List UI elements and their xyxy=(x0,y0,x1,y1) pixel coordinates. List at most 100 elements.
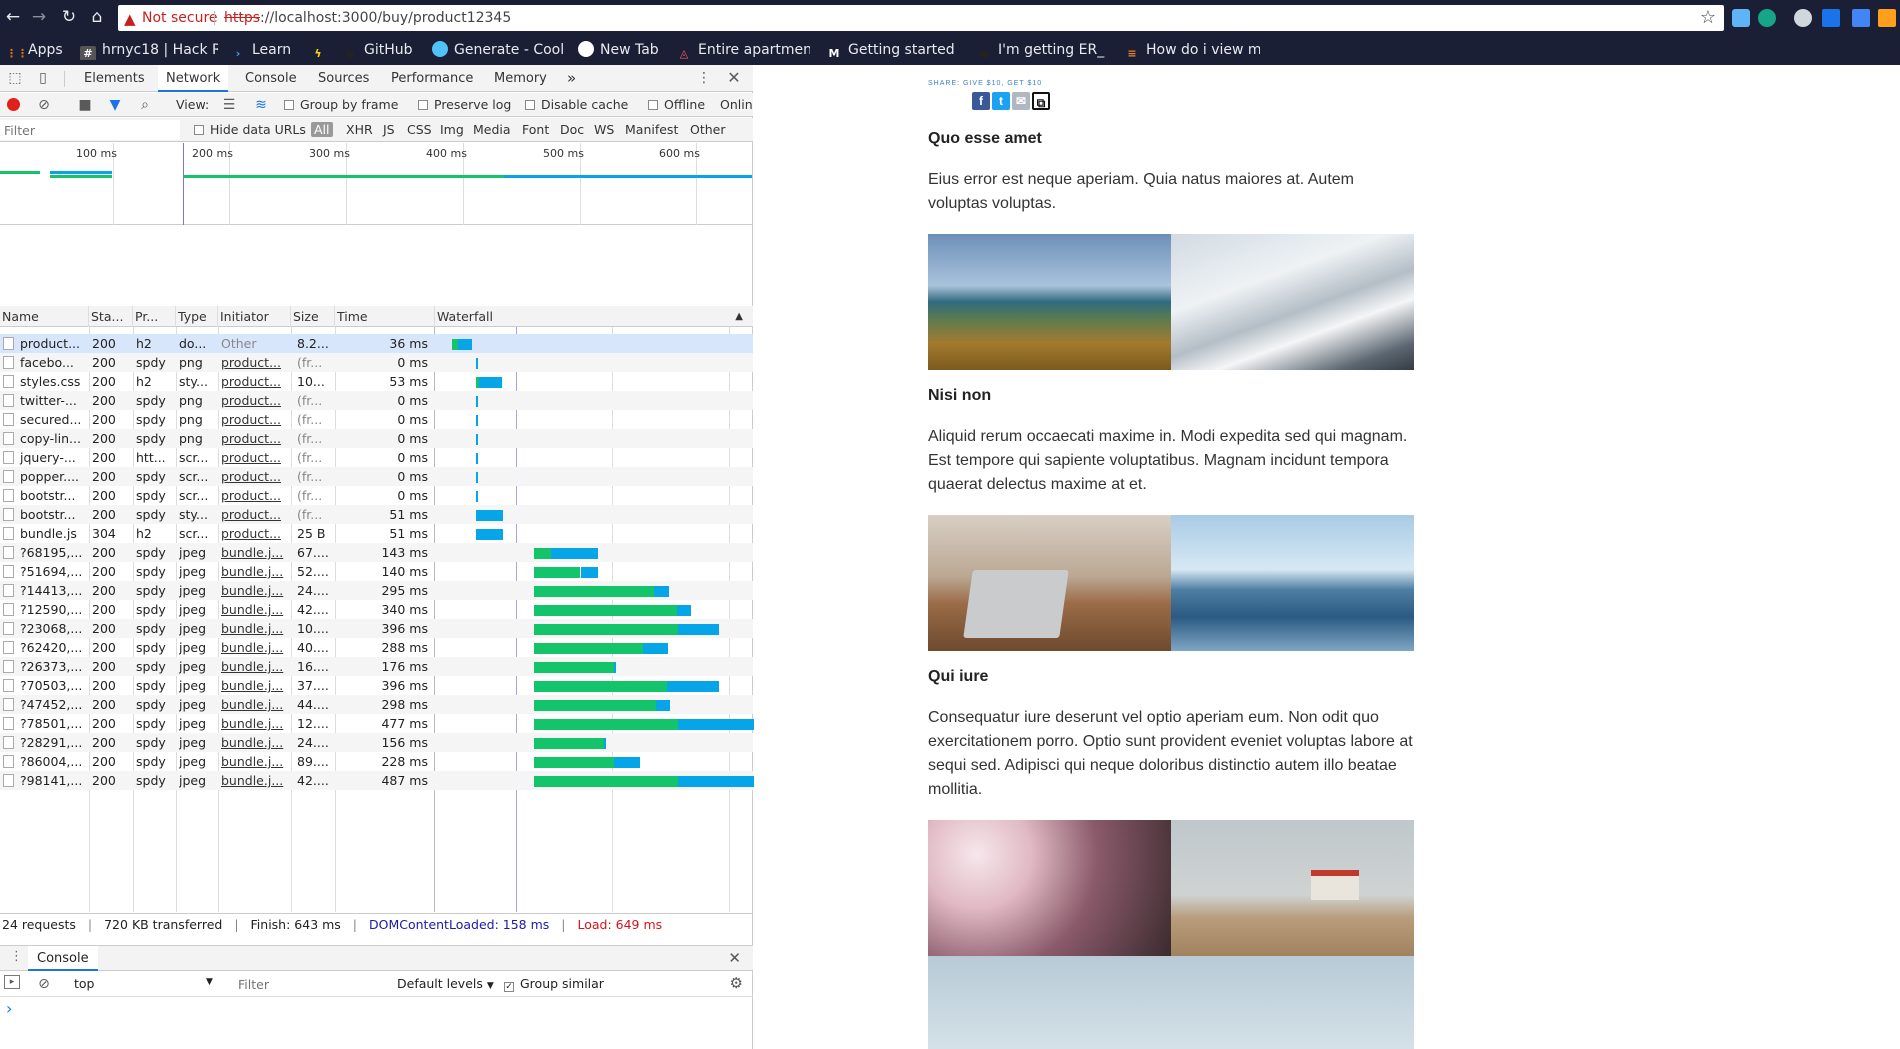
bookmark-hrnyc18[interactable]: # hrnyc18 | Hack R xyxy=(80,40,218,60)
waterfall-receiving-bar[interactable] xyxy=(475,453,479,464)
request-initiator[interactable]: bundle.j... xyxy=(221,676,287,695)
filter-icon[interactable]: ▼ xyxy=(106,96,124,114)
request-initiator[interactable]: bundle.j... xyxy=(221,619,287,638)
filter-type-xhr[interactable]: XHR xyxy=(346,122,373,137)
request-row[interactable]: popper.... 200 spdy scr... product... (fr... 0… xyxy=(0,467,753,486)
tab-network[interactable]: Network xyxy=(158,65,229,92)
request-initiator[interactable]: product... xyxy=(221,505,287,524)
filter-type-other[interactable]: Other xyxy=(690,122,726,137)
extension-screen-icon[interactable] xyxy=(1822,9,1840,27)
waterfall-waiting-bar[interactable] xyxy=(533,776,679,787)
back-icon[interactable]: ← xyxy=(2,6,24,28)
device-toolbar-icon[interactable]: ▯ xyxy=(34,69,52,87)
waterfall-receiving-bar[interactable] xyxy=(603,738,606,749)
group-similar-checkbox[interactable]: ✓ Group similar xyxy=(504,976,604,992)
request-row[interactable]: secured... 200 spdy png product... (fr... 0 ms xyxy=(0,410,753,429)
filter-type-media[interactable]: Media xyxy=(473,122,511,137)
request-initiator[interactable]: bundle.j... xyxy=(221,714,287,733)
extension-m-icon[interactable] xyxy=(1758,9,1776,27)
waterfall-waiting-bar[interactable] xyxy=(533,548,552,559)
request-row[interactable]: ?47452,... 200 spdy jpeg bundle.j... 44.... 29… xyxy=(0,695,753,714)
search-icon[interactable]: ⌕ xyxy=(136,96,154,114)
extension-orange-icon[interactable] xyxy=(1878,9,1896,27)
request-initiator[interactable]: bundle.j... xyxy=(221,543,287,562)
sort-ascending-icon[interactable]: ▲ xyxy=(735,306,743,327)
waterfall-receiving-bar[interactable] xyxy=(678,624,719,635)
waterfall-receiving-bar[interactable] xyxy=(475,415,479,426)
tab-console[interactable]: Console xyxy=(245,65,297,92)
bookmark-star-icon[interactable]: ☆ xyxy=(1700,5,1716,31)
request-initiator[interactable]: product... xyxy=(221,448,287,467)
waterfall-receiving-bar[interactable] xyxy=(656,700,671,711)
extension-diamond-icon[interactable] xyxy=(1732,9,1750,27)
network-overview[interactable]: 100 ms 200 ms 300 ms 400 ms 500 ms 600 m… xyxy=(0,143,753,225)
context-select[interactable]: top ▼ xyxy=(74,976,213,991)
extension-calendar-icon[interactable] xyxy=(1852,9,1870,27)
request-row[interactable]: ?86004,... 200 spdy jpeg bundle.j... 89.... 22… xyxy=(0,752,753,771)
home-icon[interactable]: ⌂ xyxy=(86,6,108,28)
request-initiator[interactable]: product... xyxy=(221,372,287,391)
hide-data-urls-checkbox[interactable]: Hide data URLs xyxy=(194,122,306,138)
extension-circle-icon[interactable] xyxy=(1794,9,1812,27)
column-size[interactable]: Size xyxy=(291,306,335,327)
large-rows-icon[interactable]: ☰ xyxy=(220,96,238,114)
waterfall-receiving-bar[interactable] xyxy=(475,396,479,407)
waterfall-receiving-bar[interactable] xyxy=(614,757,640,768)
filter-type-ws[interactable]: WS xyxy=(594,122,614,137)
request-row[interactable]: ?78501,... 200 spdy jpeg bundle.j... 12.... 47… xyxy=(0,714,758,733)
request-initiator[interactable]: bundle.j... xyxy=(221,600,287,619)
waterfall-waiting-bar[interactable] xyxy=(533,757,615,768)
request-row[interactable]: product... 200 h2 do... Other 8.2... 36 ms xyxy=(0,334,753,353)
tab-performance[interactable]: Performance xyxy=(391,65,473,92)
bookmark-airbnb[interactable]: ◬ Entire apartmen xyxy=(676,40,810,60)
waterfall-receiving-bar[interactable] xyxy=(551,548,598,559)
request-row[interactable]: bootstr... 200 spdy scr... product... (fr... 0… xyxy=(0,486,753,505)
request-row[interactable]: ?98141,... 200 spdy jpeg bundle.j... 42.... 48… xyxy=(0,771,765,790)
waterfall-waiting-bar[interactable] xyxy=(533,605,678,616)
bookmark-generate[interactable]: Generate - Cool xyxy=(432,40,564,60)
preserve-log-checkbox[interactable]: Preserve log xyxy=(418,97,511,113)
close-devtools-icon[interactable]: ✕ xyxy=(725,69,743,87)
request-row[interactable]: styles.css 200 h2 sty... product... 10... 53 m… xyxy=(0,372,753,391)
request-initiator[interactable]: bundle.j... xyxy=(221,657,287,676)
waterfall-waiting-bar[interactable] xyxy=(533,586,654,597)
gear-icon[interactable]: ⚙ xyxy=(730,974,743,992)
copy-link-icon[interactable]: ⧉ xyxy=(1032,92,1050,110)
request-initiator[interactable]: bundle.j... xyxy=(221,562,287,581)
tab-console-drawer[interactable]: Console xyxy=(28,946,98,971)
inspect-element-icon[interactable]: ⬚ xyxy=(6,69,24,87)
column-status[interactable]: Sta... xyxy=(89,306,133,327)
column-waterfall[interactable]: Waterfall ▲ xyxy=(435,306,753,327)
filter-input[interactable] xyxy=(0,120,180,140)
bookmark-lightning[interactable]: ϟ xyxy=(310,40,332,60)
twitter-icon[interactable]: t xyxy=(992,92,1010,110)
request-row[interactable]: facebo... 200 spdy png product... (fr... 0 ms xyxy=(0,353,753,372)
waterfall-receiving-bar[interactable] xyxy=(475,529,503,540)
bookmark-github-issue[interactable]: ● I'm getting ER_ xyxy=(976,40,1108,60)
request-row[interactable]: copy-lin... 200 spdy png product... (fr... 0 m… xyxy=(0,429,753,448)
waterfall-view-icon[interactable]: ≋ xyxy=(252,96,270,114)
console-prompt[interactable]: › xyxy=(6,999,12,1018)
request-row[interactable]: ?51694,... 200 spdy jpeg bundle.j... 52.... 14… xyxy=(0,562,753,581)
column-time[interactable]: Time xyxy=(335,306,435,327)
filter-type-doc[interactable]: Doc xyxy=(560,122,584,137)
request-row[interactable]: bundle.js 304 h2 scr... product... 25 B 51 ms xyxy=(0,524,753,543)
kebab-menu-icon[interactable]: ⋮ xyxy=(695,69,713,87)
clear-console-icon[interactable]: ⊘ xyxy=(35,975,53,993)
forward-icon[interactable]: → xyxy=(28,6,50,28)
request-initiator[interactable]: product... xyxy=(221,467,287,486)
request-initiator[interactable]: bundle.j... xyxy=(221,752,287,771)
request-row[interactable]: jquery-... 200 htt... scr... product... (fr..… xyxy=(0,448,753,467)
request-row[interactable]: ?26373,... 200 spdy jpeg bundle.j... 16.... 17… xyxy=(0,657,753,676)
waterfall-waiting-bar[interactable] xyxy=(533,662,615,673)
record-icon[interactable] xyxy=(7,98,20,111)
camera-icon[interactable]: ■ xyxy=(76,96,94,114)
waterfall-receiving-bar[interactable] xyxy=(475,358,479,369)
waterfall-receiving-bar[interactable] xyxy=(653,586,669,597)
waterfall-waiting-bar[interactable] xyxy=(533,567,581,578)
filter-type-img[interactable]: Img xyxy=(440,122,464,137)
request-initiator[interactable]: product... xyxy=(221,391,287,410)
waterfall-waiting-bar[interactable] xyxy=(533,719,679,730)
waterfall-waiting-bar[interactable] xyxy=(533,700,657,711)
console-filter-input[interactable] xyxy=(234,974,384,994)
